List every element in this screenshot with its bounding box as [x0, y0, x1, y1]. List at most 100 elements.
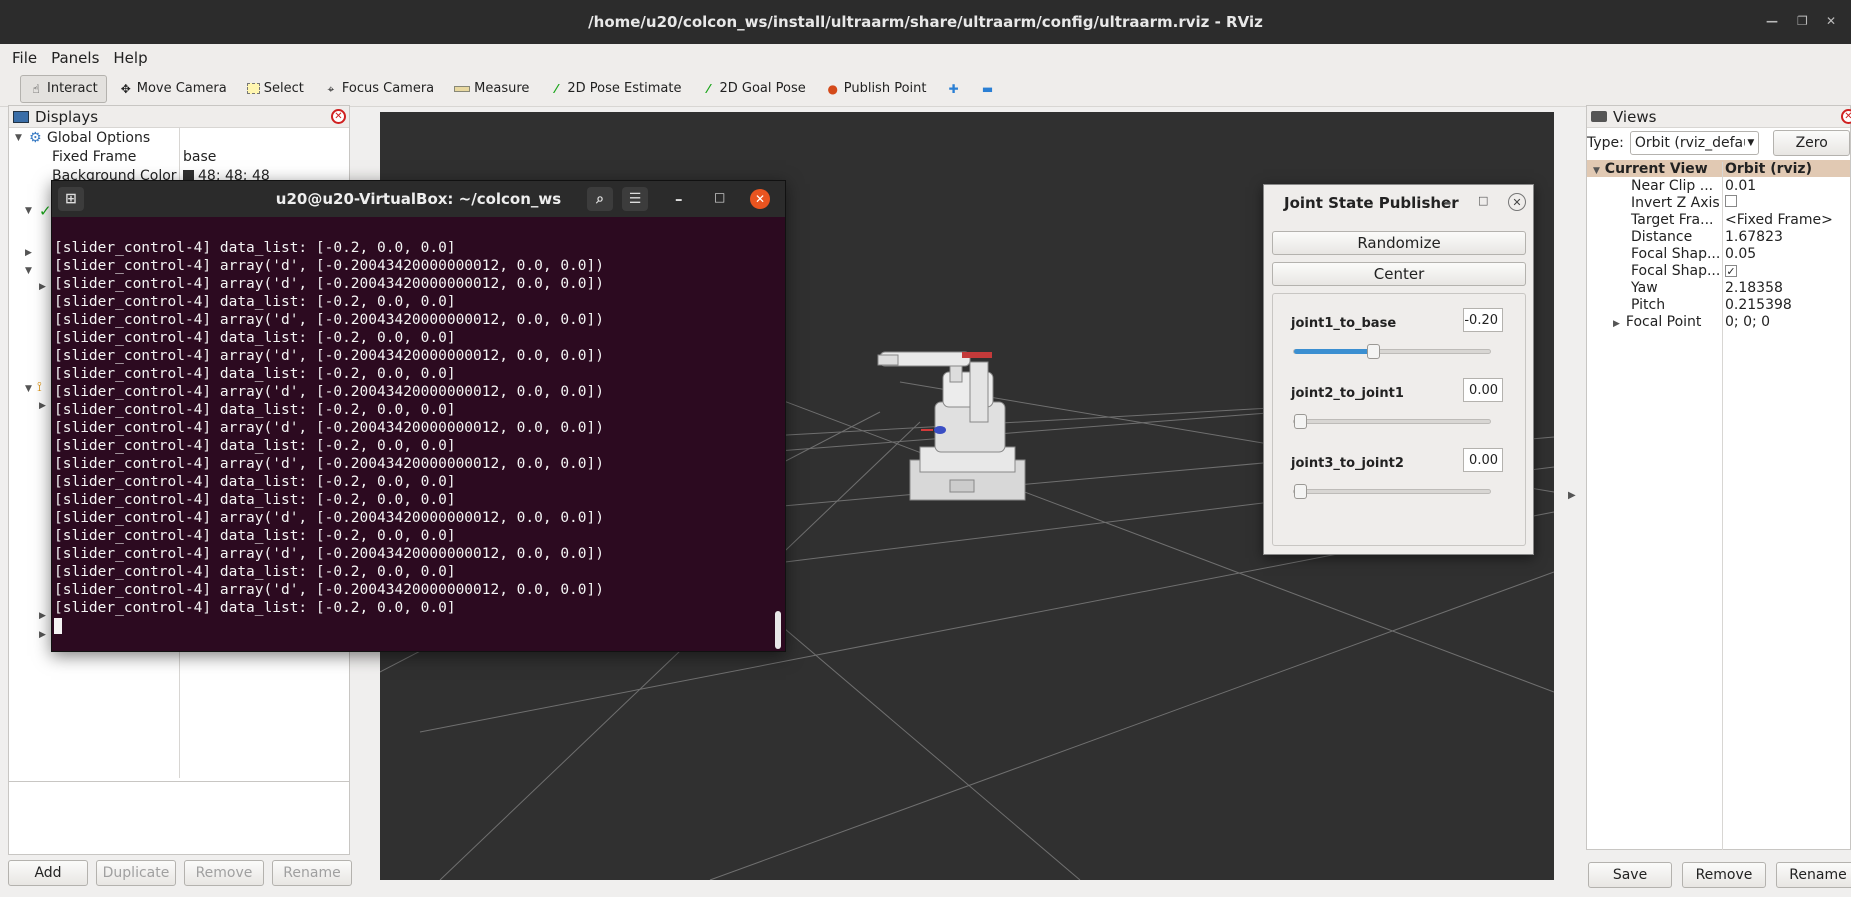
measure-button[interactable]: Measure: [446, 75, 537, 103]
property-row-target-frame[interactable]: Target Fra... <Fixed Frame>: [1587, 211, 1850, 228]
goal-pose-label: 2D Goal Pose: [719, 81, 806, 96]
slider-handle[interactable]: [1294, 484, 1307, 499]
joint-slider[interactable]: [1293, 414, 1491, 429]
view-type-value: Orbit (rviz_defau: [1634, 135, 1745, 151]
property-row-near-clip[interactable]: Near Clip ... 0.01: [1587, 177, 1850, 194]
collapse-arrow-icon[interactable]: ▶: [39, 630, 46, 640]
zero-button[interactable]: Zero: [1773, 130, 1850, 156]
randomize-button[interactable]: Randomize: [1272, 231, 1526, 255]
expand-arrow-icon[interactable]: ▼: [1593, 166, 1600, 176]
collapse-arrow-icon[interactable]: ▶: [25, 248, 32, 258]
close-icon[interactable]: ✕: [1508, 193, 1526, 211]
hamburger-menu-icon[interactable]: ☰: [622, 187, 648, 211]
maximize-icon[interactable]: ❐: [1797, 14, 1808, 28]
window-title: /home/u20/colcon_ws/install/ultraarm/sha…: [588, 13, 1263, 31]
close-icon[interactable]: ✕: [750, 189, 770, 209]
expand-arrow-icon[interactable]: ▼: [15, 133, 29, 143]
terminal-window: ⊞ u20@u20-VirtualBox: ~/colcon_ws ⌕ ☰ – …: [51, 180, 786, 652]
maximize-icon[interactable]: □: [714, 190, 725, 204]
window-titlebar: /home/u20/colcon_ws/install/ultraarm/sha…: [0, 0, 1851, 44]
terminal-line: [slider_control-4] data_list: [-0.2, 0.0…: [54, 294, 456, 310]
collapse-arrow-icon[interactable]: ▶: [39, 282, 46, 292]
add-tool-button[interactable]: ✚: [938, 75, 968, 103]
focus-camera-button[interactable]: ⌖ Focus Camera: [316, 75, 442, 103]
collapse-arrow-icon[interactable]: ▶: [39, 611, 46, 621]
terminal-scrollbar[interactable]: [775, 611, 781, 649]
close-icon[interactable]: ✕: [1841, 109, 1851, 124]
remove-button[interactable]: Remove: [184, 860, 264, 886]
minimize-icon[interactable]: –: [1444, 193, 1452, 211]
property-row-invert-z[interactable]: Invert Z Axis: [1587, 194, 1850, 211]
joint-name: joint1_to_base: [1291, 316, 1397, 331]
save-button[interactable]: Save: [1588, 862, 1672, 888]
type-label: Type:: [1587, 135, 1624, 151]
joint-value-field[interactable]: 0.00: [1463, 448, 1503, 472]
menu-bar: File Panels Help: [0, 44, 1851, 71]
slider-handle[interactable]: [1294, 414, 1307, 429]
property-row-focal-shape-size[interactable]: Focal Shap... 0.05: [1587, 245, 1850, 262]
terminal-cursor: [54, 618, 62, 634]
add-button[interactable]: Add: [8, 860, 88, 886]
focal-shape-checkbox[interactable]: ✓: [1725, 264, 1737, 277]
terminal-output[interactable]: [slider_control-4] data_list: [-0.2, 0.0…: [52, 217, 785, 675]
joint-slider[interactable]: [1293, 484, 1491, 499]
terminal-line: [slider_control-4] array('d', [-0.200434…: [54, 456, 604, 472]
hand-pointer-icon: ☝: [32, 81, 40, 96]
property-row-distance[interactable]: Distance 1.67823: [1587, 228, 1850, 245]
close-icon[interactable]: ✕: [331, 109, 346, 124]
views-buttons: Save Remove Rename: [1588, 862, 1851, 888]
global-options-label: Global Options: [47, 129, 151, 146]
view-type-select[interactable]: Orbit (rviz_defau ▼: [1629, 131, 1760, 155]
view-type-row: Type: Orbit (rviz_defau ▼ Zero: [1587, 128, 1850, 158]
fixed-frame-value[interactable]: base: [179, 149, 216, 165]
expand-arrow-icon[interactable]: ▼: [25, 266, 32, 276]
publish-point-button[interactable]: ● Publish Point: [818, 75, 935, 103]
joint-value-field[interactable]: -0.20: [1463, 308, 1503, 332]
property-row-focal-shape-fixed[interactable]: Focal Shap... ✓: [1587, 262, 1850, 279]
interact-button[interactable]: ☝ Interact: [20, 74, 107, 103]
menu-help[interactable]: Help: [113, 49, 147, 67]
tree-item-global-options[interactable]: ▼ ⚙ Global Options: [9, 128, 349, 147]
search-icon[interactable]: ⌕: [587, 187, 613, 211]
collapse-arrow-icon[interactable]: ▶: [39, 401, 46, 411]
terminal-line: [slider_control-4] data_list: [-0.2, 0.0…: [54, 330, 456, 346]
center-button[interactable]: Center: [1272, 262, 1526, 286]
current-view-row[interactable]: ▼ Current View Orbit (rviz): [1587, 160, 1850, 177]
views-panel: Views ✕ Type: Orbit (rviz_defau ▼ Zero ▼…: [1586, 105, 1851, 850]
focus-camera-label: Focus Camera: [341, 81, 435, 96]
rename-button[interactable]: Rename: [272, 860, 352, 886]
menu-panels[interactable]: Panels: [51, 49, 99, 67]
expand-arrow-icon[interactable]: ▼: [25, 206, 32, 216]
duplicate-button[interactable]: Duplicate: [96, 860, 176, 886]
pose-estimate-label: 2D Pose Estimate: [567, 81, 682, 96]
close-icon[interactable]: ✕: [1826, 14, 1836, 28]
collapse-arrow-icon[interactable]: ▶: [1613, 319, 1620, 329]
goal-pose-button[interactable]: ⁄ 2D Goal Pose: [693, 75, 813, 103]
slider-handle[interactable]: [1367, 344, 1380, 359]
minimize-icon[interactable]: –: [675, 190, 683, 208]
terminal-line: [slider_control-4] array('d', [-0.200434…: [54, 384, 604, 400]
minimize-icon[interactable]: —: [1766, 14, 1778, 28]
property-row-yaw[interactable]: Yaw 2.18358: [1587, 279, 1850, 296]
terminal-line: [slider_control-4] data_list: [-0.2, 0.0…: [54, 492, 456, 508]
terminal-line: [slider_control-4] array('d', [-0.200434…: [54, 510, 604, 526]
move-camera-button[interactable]: ✥ Move Camera: [111, 75, 235, 103]
select-button[interactable]: Select: [239, 75, 312, 103]
invert-z-checkbox[interactable]: [1725, 194, 1737, 207]
collapse-arrow-icon[interactable]: ▶: [1568, 490, 1576, 501]
property-row-pitch[interactable]: Pitch 0.215398: [1587, 296, 1850, 313]
menu-file[interactable]: File: [12, 49, 37, 67]
joint-slider[interactable]: [1293, 344, 1491, 359]
new-tab-icon[interactable]: ⊞: [58, 187, 84, 211]
terminal-line: [slider_control-4] array('d', [-0.200434…: [54, 582, 604, 598]
expand-arrow-icon[interactable]: ▼: [25, 384, 32, 394]
tree-item-fixed-frame[interactable]: Fixed Frame base: [9, 147, 349, 166]
remove-tool-button[interactable]: ▬: [972, 75, 1002, 103]
remove-view-button[interactable]: Remove: [1682, 862, 1766, 888]
joint-value-field[interactable]: 0.00: [1463, 378, 1503, 402]
select-box-icon: [246, 83, 260, 94]
maximize-icon[interactable]: □: [1478, 194, 1488, 207]
property-row-focal-point[interactable]: ▶ Focal Point 0; 0; 0: [1587, 313, 1850, 330]
rename-view-button[interactable]: Rename: [1776, 862, 1851, 888]
pose-estimate-button[interactable]: ⁄ 2D Pose Estimate: [541, 75, 689, 103]
